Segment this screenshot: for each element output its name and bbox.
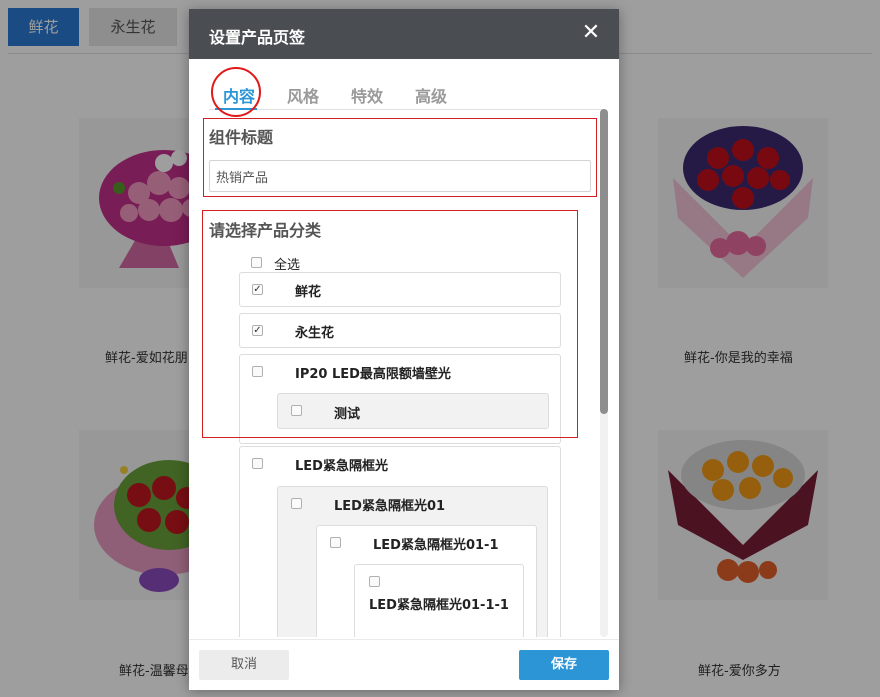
tab-effects[interactable]: 特效	[351, 83, 383, 107]
category-item-ceshi[interactable]: 测试	[277, 393, 549, 429]
category-item-led01-1[interactable]: LED紧急隔框光01-1 LED紧急隔框光01-1-1	[316, 525, 537, 637]
dialog-body[interactable]: 组件标题 请选择产品分类 全选 ✓ 鲜花 ✓ 永生花 IP20 LED最高限额墙…	[199, 111, 599, 637]
dialog-title: 设置产品页签	[209, 28, 306, 47]
category-label: LED紧急隔框光01-1	[373, 538, 499, 553]
tab-bar: 内容 风格 特效 高级	[209, 79, 604, 110]
category-item-led[interactable]: LED紧急隔框光 LED紧急隔框光01 LED紧急隔框光01-1 LED紧急隔框…	[239, 446, 561, 637]
category-label: IP20 LED最高限额墙壁光	[295, 367, 451, 382]
tab-content[interactable]: 内容	[223, 83, 255, 107]
category-label: 鲜花	[295, 285, 322, 300]
dialog-header: 设置产品页签 ✕	[189, 9, 619, 59]
tab-advanced[interactable]: 高级	[415, 83, 447, 107]
category-checkbox-led01-1-1[interactable]	[369, 576, 380, 587]
close-icon[interactable]: ✕	[579, 21, 603, 45]
category-checkbox-xianhua[interactable]: ✓	[252, 284, 263, 295]
category-item-led01-1-1[interactable]: LED紧急隔框光01-1-1	[354, 564, 524, 637]
settings-dialog: 设置产品页签 ✕ 内容 风格 特效 高级 组件标题 请选择产品分类 全选 ✓ 鲜…	[189, 9, 619, 690]
category-heading: 请选择产品分类	[209, 221, 322, 240]
select-all-label: 全选	[274, 258, 301, 273]
category-checkbox-ip20[interactable]	[252, 366, 263, 377]
category-label: LED紧急隔框光01	[334, 499, 446, 514]
category-label: 永生花	[295, 326, 335, 341]
cancel-button[interactable]: 取消	[199, 650, 289, 680]
dialog-footer: 取消 保存	[189, 639, 619, 690]
scrollbar-thumb[interactable]	[600, 109, 608, 414]
category-item-ip20[interactable]: IP20 LED最高限额墙壁光 测试	[239, 354, 561, 444]
category-label: LED紧急隔框光	[295, 459, 388, 474]
category-checkbox-led01-1[interactable]	[330, 537, 341, 548]
category-label: 测试	[334, 407, 361, 422]
component-title-heading: 组件标题	[209, 128, 274, 147]
category-label: LED紧急隔框光01-1-1	[369, 598, 509, 613]
category-checkbox-yongshenghua[interactable]: ✓	[252, 325, 263, 336]
category-item-yongshenghua[interactable]: ✓ 永生花	[239, 313, 561, 348]
component-title-input[interactable]	[209, 160, 591, 192]
save-button[interactable]: 保存	[519, 650, 609, 680]
category-checkbox-led[interactable]	[252, 458, 263, 469]
active-tab-indicator	[215, 108, 257, 110]
category-item-led01[interactable]: LED紧急隔框光01 LED紧急隔框光01-1 LED紧急隔框光01-1-1	[277, 486, 548, 637]
category-checkbox-led01[interactable]	[291, 498, 302, 509]
category-checkbox-ceshi[interactable]	[291, 405, 302, 416]
category-item-xianhua[interactable]: ✓ 鲜花	[239, 272, 561, 307]
select-all-checkbox[interactable]	[251, 257, 262, 268]
tab-style[interactable]: 风格	[287, 83, 319, 107]
